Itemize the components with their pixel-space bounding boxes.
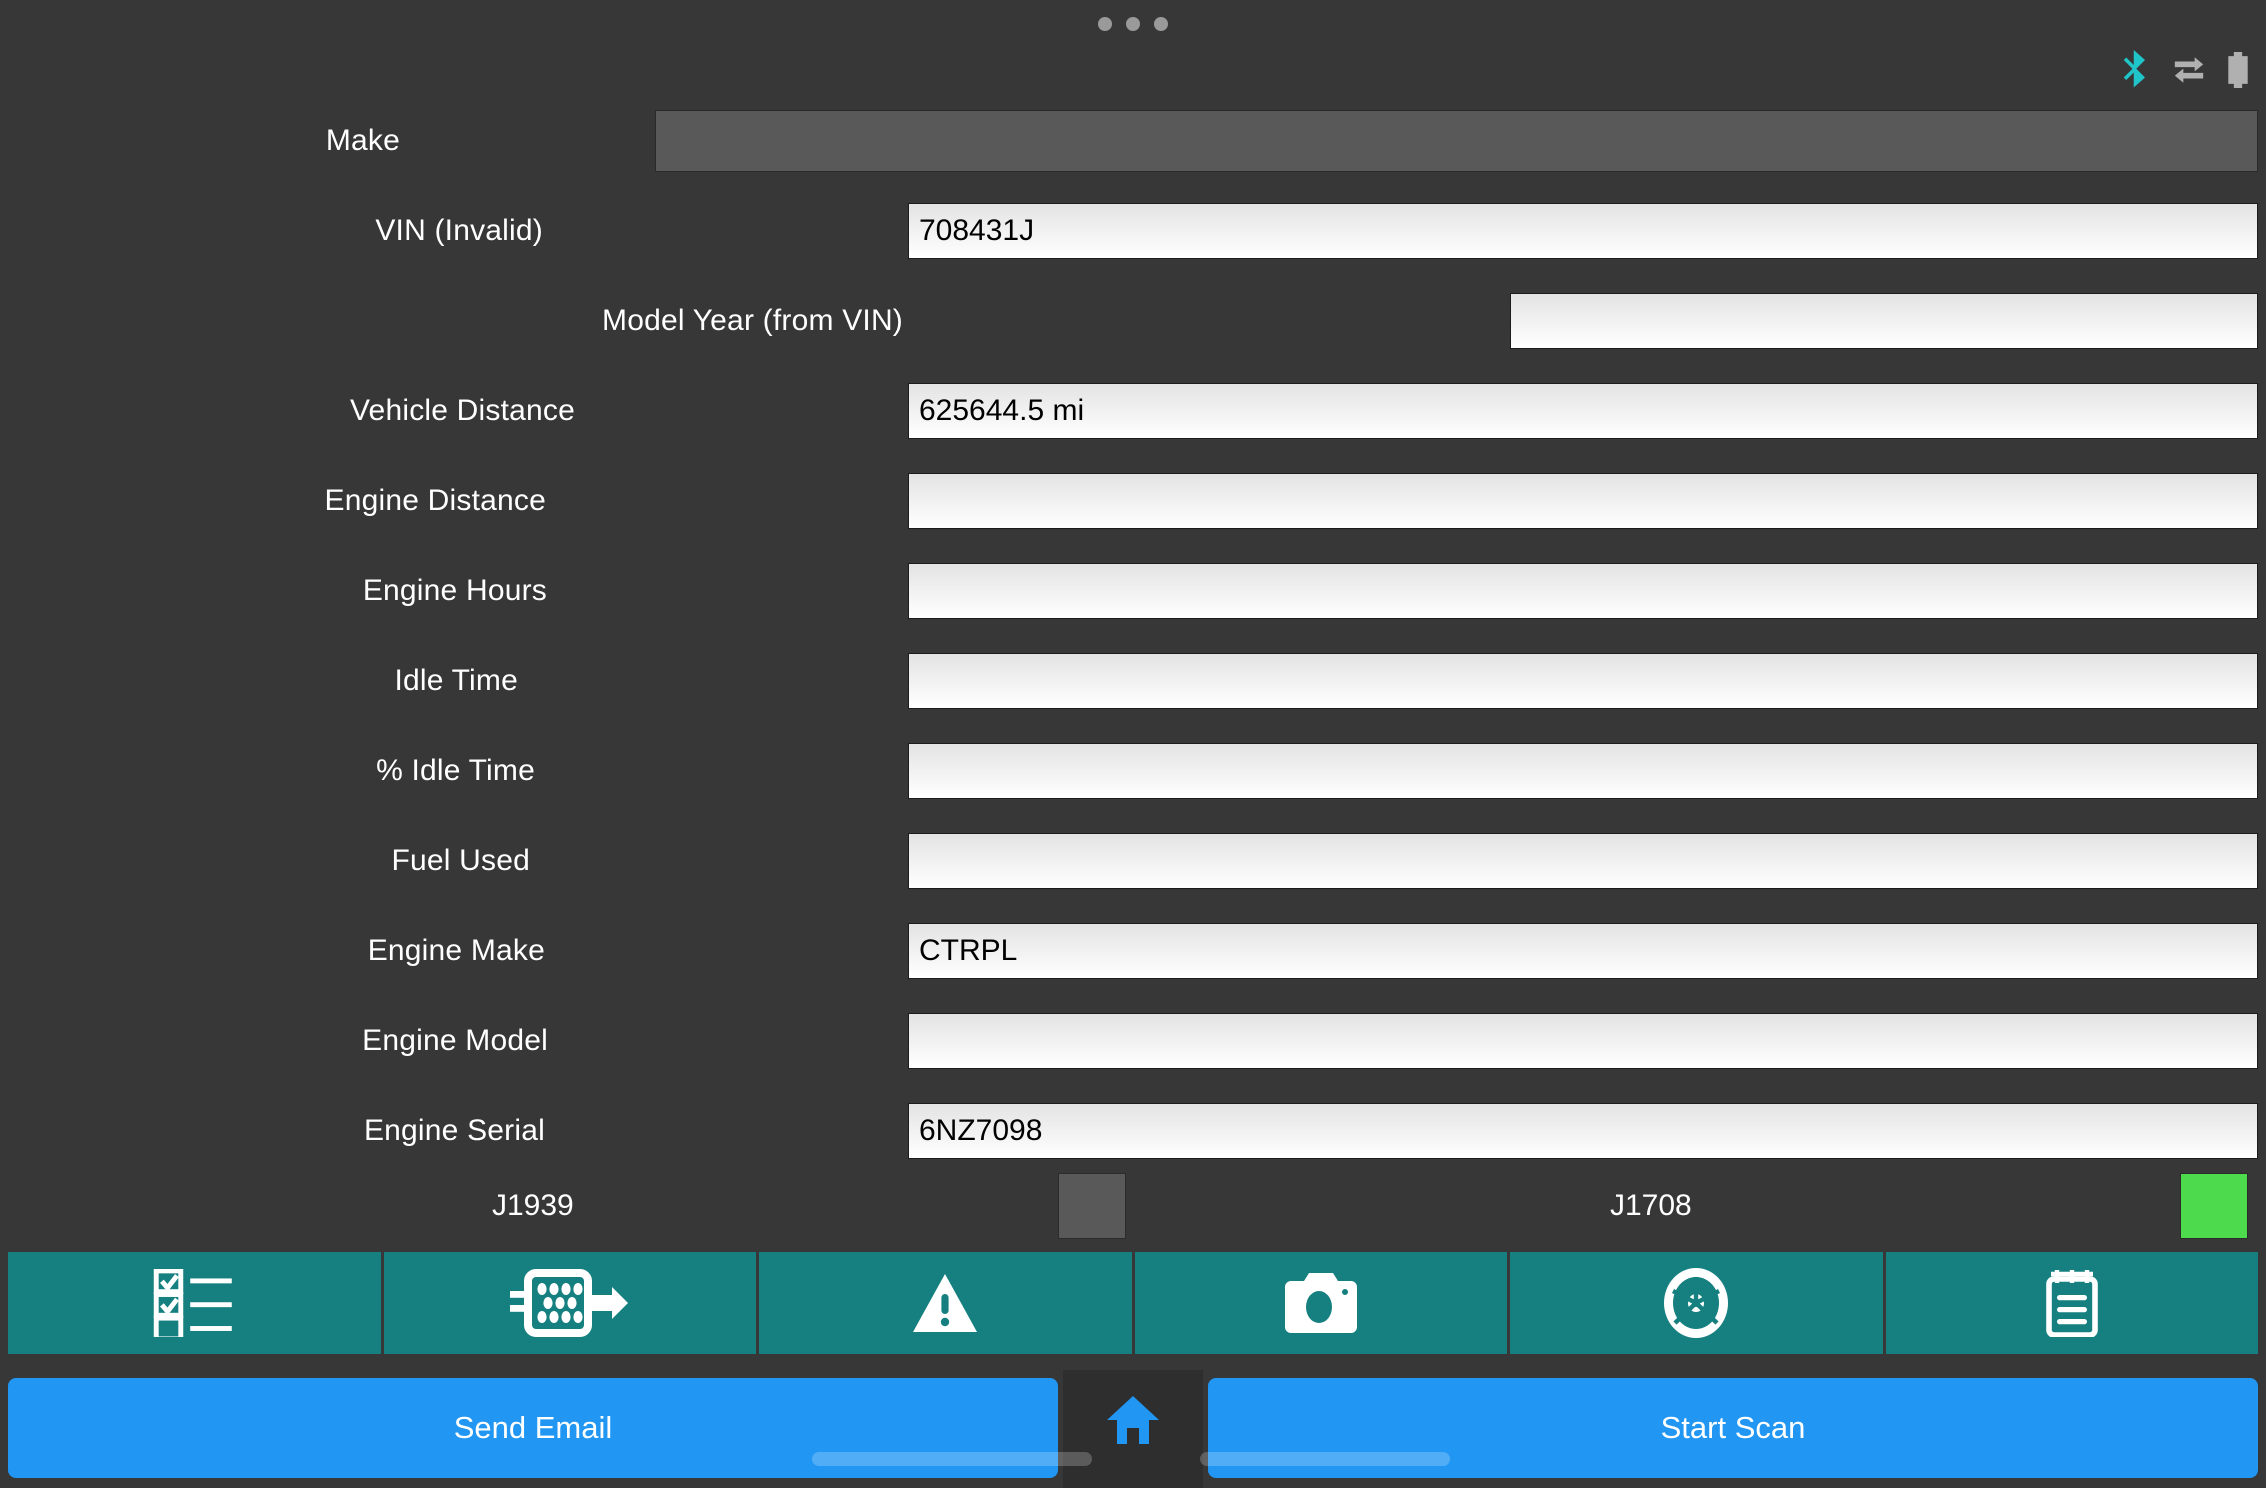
form-row: Engine Model <box>0 996 2266 1086</box>
form-row: Model Year (from VIN) <box>0 276 2266 366</box>
field-input[interactable] <box>908 1013 2258 1069</box>
wheel-icon <box>1663 1267 1729 1339</box>
field-input[interactable] <box>908 473 2258 529</box>
nav-hint-left <box>812 1452 1092 1466</box>
send-email-label: Send Email <box>453 1410 613 1445</box>
app-window: Make VIN (Invalid) 708431J Model Year (from… <box>0 0 2266 1488</box>
field-input[interactable] <box>908 563 2258 619</box>
toolbar-item-tires[interactable] <box>1510 1252 1886 1354</box>
protocol-status-indicator <box>1058 1173 1126 1239</box>
window-drag-handle[interactable] <box>0 17 2266 31</box>
field-input[interactable] <box>908 833 2258 889</box>
field-label: Engine Serial <box>363 1114 545 1147</box>
drag-dot <box>1154 17 1168 31</box>
field-input[interactable]: 6NZ7098 <box>908 1103 2258 1159</box>
field-input[interactable] <box>655 110 2258 172</box>
home-button[interactable] <box>1063 1370 1203 1488</box>
field-label: Engine Hours <box>362 574 547 607</box>
checklist-icon <box>151 1269 237 1337</box>
field-label: Engine Model <box>362 1024 548 1057</box>
field-input[interactable]: 708431J <box>908 203 2258 259</box>
drag-dot <box>1126 17 1140 31</box>
field-label: Engine Make <box>367 934 545 967</box>
protocol-label: J1939 <box>492 1189 574 1222</box>
action-bar: Send Email Start Scan <box>0 1370 2266 1488</box>
form-row: % Idle Time <box>0 726 2266 816</box>
field-label: VIN (Invalid) <box>375 214 543 247</box>
field-label: % Idle Time <box>376 754 535 787</box>
field-input[interactable] <box>908 743 2258 799</box>
field-label: Idle Time <box>394 664 518 697</box>
toolbar-item-faults[interactable] <box>759 1252 1135 1354</box>
bluetooth-icon <box>2120 50 2150 90</box>
home-icon <box>1105 1394 1161 1451</box>
field-label: Model Year (from VIN) <box>602 304 903 337</box>
data-transfer-icon <box>2172 53 2206 87</box>
drag-dot <box>1098 17 1112 31</box>
form-row: VIN (Invalid) 708431J <box>0 186 2266 276</box>
field-input[interactable] <box>1510 293 2258 349</box>
protocol-label: J1708 <box>1610 1189 1692 1222</box>
form-row: Engine Serial 6NZ7098 <box>0 1086 2266 1176</box>
connector-icon <box>509 1269 630 1337</box>
form-row: Engine Make CTRPL <box>0 906 2266 996</box>
toolbar-item-camera[interactable] <box>1134 1252 1510 1354</box>
vehicle-info-form: Make VIN (Invalid) 708431J Model Year (from… <box>0 96 2266 1176</box>
form-row: Engine Hours <box>0 546 2266 636</box>
toolbar-item-connector[interactable] <box>383 1252 759 1354</box>
toolbar-item-checklist[interactable] <box>8 1252 384 1354</box>
warning-icon <box>911 1272 979 1334</box>
field-input[interactable]: CTRPL <box>908 923 2258 979</box>
battery-icon <box>2228 52 2248 88</box>
field-label: Make <box>325 124 400 157</box>
start-scan-label: Start Scan <box>1660 1410 1806 1445</box>
field-input[interactable]: 625644.5 mi <box>908 383 2258 439</box>
form-row: Fuel Used <box>0 816 2266 906</box>
protocol-status-indicator <box>2180 1173 2248 1239</box>
field-label: Engine Distance <box>324 484 546 517</box>
status-bar <box>2120 50 2248 90</box>
form-row: Idle Time <box>0 636 2266 726</box>
form-row: Vehicle Distance 625644.5 mi <box>0 366 2266 456</box>
field-input[interactable] <box>908 653 2258 709</box>
toolbar-item-notes[interactable] <box>1885 1252 2258 1354</box>
protocol-status-row: J1939 J1708 <box>0 1166 2266 1246</box>
field-label: Vehicle Distance <box>350 394 575 427</box>
form-row: Make <box>0 96 2266 186</box>
field-label: Fuel Used <box>391 844 530 877</box>
notepad-icon <box>2043 1269 2101 1337</box>
bottom-toolbar <box>8 1252 2258 1354</box>
form-row: Engine Distance <box>0 456 2266 546</box>
nav-hint-right <box>1200 1452 1450 1466</box>
camera-icon <box>1284 1273 1357 1333</box>
